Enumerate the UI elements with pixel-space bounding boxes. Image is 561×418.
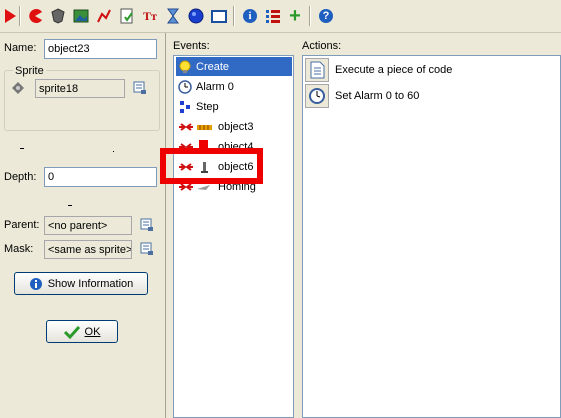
event-label: Step [196, 100, 219, 113]
sprite-field[interactable]: sprite18 [35, 79, 125, 98]
list-icon[interactable] [263, 6, 283, 26]
event-item-step[interactable]: Step [176, 97, 292, 116]
parent-field[interactable]: <no parent> [44, 216, 132, 235]
parent-menu-icon[interactable] [139, 217, 155, 233]
event-item-collision[interactable]: object3 [176, 117, 292, 136]
mask-field[interactable]: <same as sprite> [44, 240, 132, 259]
mask-menu-icon[interactable] [139, 241, 155, 257]
action-label: Execute a piece of code [335, 63, 453, 76]
alarm-clock-icon [305, 83, 329, 108]
path-icon[interactable] [94, 6, 114, 26]
parent-label: Parent: [4, 219, 40, 231]
action-item-set-alarm[interactable]: Set Alarm 0 to 60 [305, 83, 419, 108]
sprite-menu-icon[interactable] [132, 80, 148, 96]
depth-field[interactable]: 0 [44, 167, 157, 187]
add-glyph: + [289, 5, 301, 27]
step-icon [180, 100, 190, 113]
event-item-create[interactable]: Create [176, 57, 292, 76]
event-label: Alarm 0 [196, 80, 234, 93]
name-field[interactable]: object23 [44, 39, 157, 59]
name-label: Name: [4, 42, 37, 54]
checkmark-icon [63, 325, 80, 339]
actions-title: Actions: [302, 40, 342, 52]
toolbar-separator [233, 6, 235, 26]
info-icon [29, 277, 42, 290]
event-label: Create [196, 60, 230, 73]
sprite-group-title: Sprite [13, 65, 46, 77]
action-item-execute-code[interactable]: Execute a piece of code [305, 57, 452, 82]
help-glyph: ? [322, 10, 330, 22]
bulb-icon [179, 60, 191, 73]
toolbar-separator [19, 6, 21, 26]
events-list: Create Alarm 0 Step object3 object4 obje… [173, 55, 294, 418]
highlight-annotation-box [160, 148, 263, 184]
tick-mark [68, 205, 72, 206]
pacman-icon[interactable] [25, 6, 45, 26]
depth-label: Depth: [4, 171, 37, 183]
event-label: object3 [218, 120, 254, 133]
font-icon[interactable]: Tт [140, 6, 160, 26]
code-page-icon [305, 57, 329, 82]
font-glyph: Tт [143, 8, 157, 23]
info-glyph: i [248, 10, 252, 22]
mask-label: Mask: [4, 243, 34, 255]
tick-mark [113, 151, 114, 152]
actions-list: Execute a piece of code Set Alarm 0 to 6… [302, 55, 561, 418]
toolbar-separator [309, 6, 311, 26]
ok-button[interactable]: OK [46, 320, 118, 343]
room-icon[interactable] [209, 6, 229, 26]
collision-icon [179, 122, 212, 131]
add-icon[interactable]: + [285, 6, 305, 26]
timeline-icon[interactable] [163, 6, 183, 26]
clock-icon [178, 79, 192, 94]
script-icon[interactable] [117, 6, 137, 26]
show-information-button[interactable]: Show Information [14, 272, 148, 295]
show-information-label: Show Information [47, 277, 134, 290]
shield-icon[interactable] [48, 6, 68, 26]
run-icon[interactable] [0, 6, 20, 26]
info-icon[interactable]: i [240, 6, 260, 26]
event-item-alarm[interactable]: Alarm 0 [176, 77, 292, 96]
help-icon[interactable]: ? [316, 6, 336, 26]
object-icon[interactable] [186, 6, 206, 26]
tick-mark [20, 148, 24, 149]
events-title: Events: [173, 40, 210, 52]
image-icon[interactable] [71, 6, 91, 26]
action-label: Set Alarm 0 to 60 [335, 89, 420, 102]
ok-label: OK [84, 325, 101, 338]
sprite-thumbnail-icon [10, 80, 26, 96]
panel-divider [165, 33, 166, 418]
toolbar: Tт i + ? [0, 0, 561, 33]
